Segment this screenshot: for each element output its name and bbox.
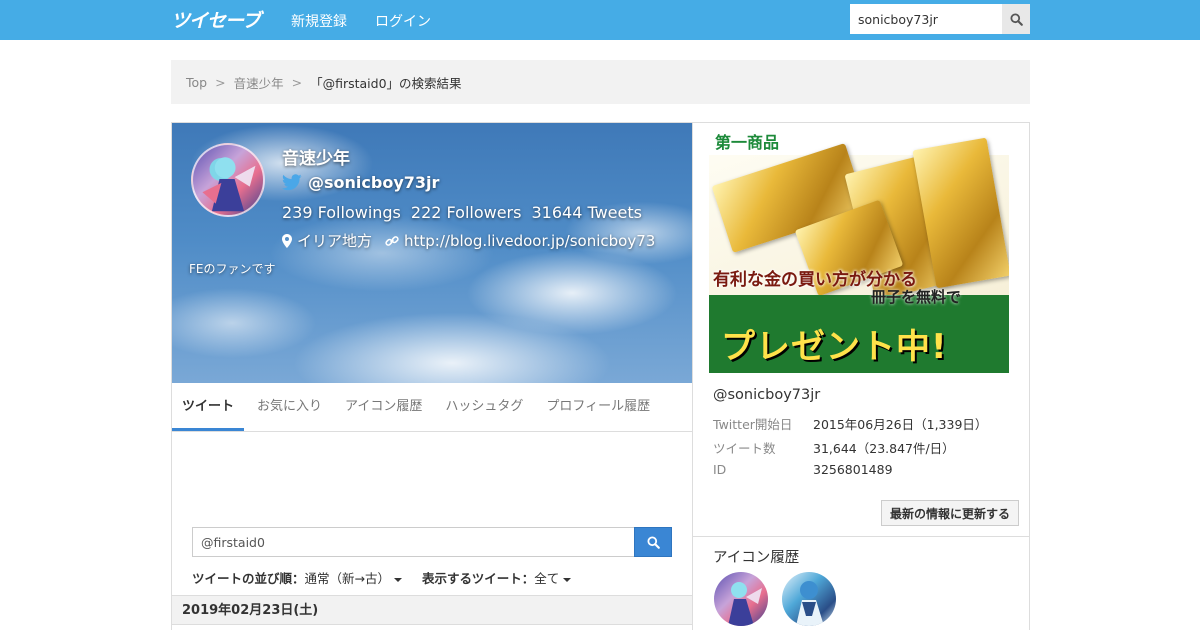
ad-brand: 第一商品	[715, 133, 780, 152]
breadcrumb-current: 「@firstaid0」の検索結果	[310, 75, 462, 91]
stat-value-start-date: 2015年06月26日（1,339日）	[813, 417, 988, 432]
icon-history-item[interactable]	[714, 572, 768, 626]
stat-value-id: 3256801489	[813, 462, 893, 477]
map-marker-icon	[282, 233, 292, 248]
icon-history-item[interactable]	[782, 572, 836, 626]
sort-order-dropdown[interactable]: ツイートの並び順：通常（新→古）	[192, 568, 402, 587]
icon-history-image	[728, 582, 762, 626]
search-icon	[646, 535, 660, 549]
avatar[interactable]	[191, 143, 265, 217]
tab-hashtags[interactable]: ハッシュタグ	[435, 383, 533, 431]
ad-cta: プレゼント中!	[721, 327, 948, 367]
link-icon	[385, 235, 399, 246]
followings-count[interactable]: 239 Followings	[282, 203, 401, 222]
date-header: 2019年02月23日(土)	[172, 595, 692, 625]
tab-profile-history[interactable]: プロフィール履歴	[536, 383, 660, 431]
main-column: 音速少年 @sonicboy73jr 239 Followings 222 Fo…	[171, 122, 693, 630]
stat-label-id: ID	[713, 462, 727, 477]
search-icon	[1009, 12, 1023, 26]
icon-history-image	[796, 581, 824, 626]
site-logo[interactable]: ツイセーブ	[171, 6, 261, 33]
sidebar: 第一商品 有利な金の買い方が分かる 冊子を無料で プレゼント中! @sonicb…	[692, 122, 1030, 630]
stat-value-tweet-count: 31,644（23.847件/日）	[813, 441, 955, 456]
avatar-image	[202, 157, 256, 212]
register-link[interactable]: 新規登録	[291, 11, 347, 31]
profile-counts: 239 Followings 222 Followers 31644 Tweet…	[282, 203, 642, 222]
tab-tweets[interactable]: ツイート	[172, 383, 245, 431]
login-link[interactable]: ログイン	[375, 11, 431, 31]
breadcrumb-separator: >	[291, 74, 303, 90]
profile-meta: イリア地方 http://blog.livedoor.jp/sonicboy73	[282, 230, 655, 251]
profile-handle[interactable]: @sonicboy73jr	[308, 173, 439, 192]
tab-icon-history[interactable]: アイコン履歴	[335, 383, 432, 431]
breadcrumb-user[interactable]: 音速少年	[234, 73, 284, 92]
advertisement-banner[interactable]: 第一商品 有利な金の買い方が分かる 冊子を無料で プレゼント中!	[709, 123, 1009, 373]
sort-order-label: ツイートの並び順：	[192, 571, 305, 586]
followers-count[interactable]: 222 Followers	[411, 203, 522, 222]
profile-location: イリア地方	[297, 232, 373, 250]
chevron-down-icon	[394, 577, 402, 582]
tab-favorites[interactable]: お気に入り	[247, 383, 332, 431]
stat-label-start-date: Twitter開始日	[713, 417, 793, 432]
tweet-filter-value: 全て	[534, 571, 560, 586]
ad-subheadline: 冊子を無料で	[871, 288, 962, 306]
tweet-search-button[interactable]	[634, 527, 672, 557]
breadcrumb: Top > 音速少年 > 「@firstaid0」の検索結果	[171, 60, 1030, 104]
sort-order-value: 通常（新→古）	[304, 571, 390, 586]
tweet-filter-label: 表示するツイート：	[422, 571, 535, 586]
breadcrumb-top[interactable]: Top	[186, 75, 207, 90]
tweets-count[interactable]: 31644 Tweets	[531, 203, 642, 222]
profile-banner: 音速少年 @sonicboy73jr 239 Followings 222 Fo…	[172, 123, 692, 383]
icon-history-title: アイコン履歴	[713, 550, 800, 566]
profile-name: 音速少年	[282, 149, 350, 169]
chevron-down-icon	[563, 577, 572, 582]
update-info-button[interactable]: 最新の情報に更新する	[881, 500, 1019, 526]
account-handle: @sonicboy73jr	[713, 387, 821, 403]
profile-tabs: ツイート お気に入り アイコン履歴 ハッシュタグ プロフィール履歴	[172, 383, 692, 432]
stat-label-tweet-count: ツイート数	[713, 441, 776, 456]
header-search-input[interactable]	[850, 4, 1002, 34]
profile-url[interactable]: http://blog.livedoor.jp/sonicboy73	[404, 232, 655, 250]
tweet-filter-dropdown[interactable]: 表示するツイート：全て	[422, 568, 572, 587]
twitter-bird-icon	[282, 174, 302, 191]
header-search-button[interactable]	[1002, 4, 1030, 34]
profile-handle-row: @sonicboy73jr	[282, 173, 439, 192]
divider	[693, 536, 1029, 537]
breadcrumb-separator: >	[215, 74, 226, 90]
tweet-search-input[interactable]	[192, 527, 635, 557]
top-nav-bar: ツイセーブ 新規登録 ログイン	[0, 0, 1200, 40]
profile-bio: FEのファンです	[189, 262, 276, 276]
tweet-filters: ツイートの並び順：通常（新→古） 表示するツイート：全て	[192, 568, 572, 587]
